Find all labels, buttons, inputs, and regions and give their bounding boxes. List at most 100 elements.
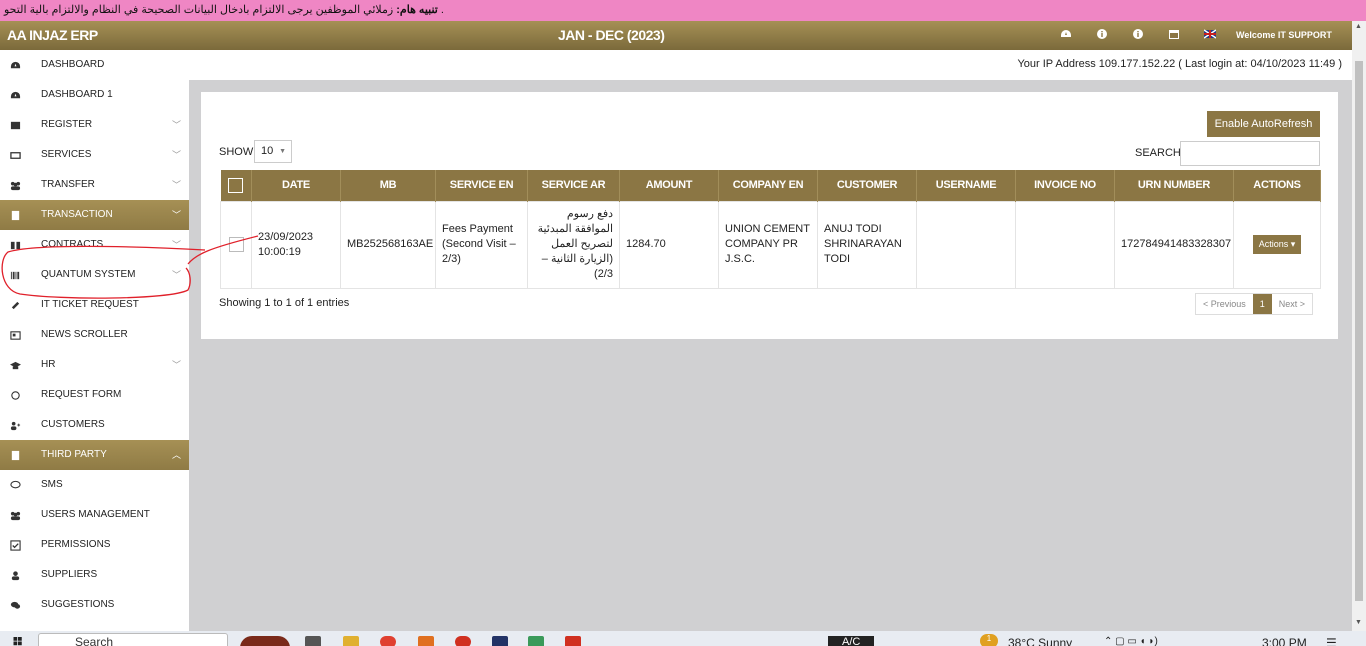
sidebar-item-hr[interactable]: HR ﹀ xyxy=(0,350,189,380)
sidebar-item-label: THIRD PARTY xyxy=(41,449,107,460)
chevron-down-icon[interactable]: ﹀ xyxy=(172,230,181,260)
chevron-down-icon[interactable]: ﹀ xyxy=(172,260,181,290)
col-header[interactable]: SERVICE EN xyxy=(435,170,528,201)
col-header[interactable]: URN NUMBER xyxy=(1114,170,1234,201)
row-select-cell[interactable] xyxy=(220,200,252,289)
sidebar-item-label: PERMISSIONS xyxy=(41,539,111,550)
enable-autorefresh-button[interactable]: Enable AutoRefresh xyxy=(1207,111,1320,137)
chevron-down-icon[interactable]: ﹀ xyxy=(172,140,181,170)
clock-text[interactable]: 3:00 PM xyxy=(1262,636,1307,646)
col-header[interactable]: USERNAME xyxy=(916,170,1016,201)
taskbar-app-icon[interactable] xyxy=(240,636,290,646)
sidebar-item-label: IT TICKET REQUEST xyxy=(41,299,139,310)
date-cell: 23/09/2023 10:00:19 xyxy=(251,200,341,289)
search-input[interactable] xyxy=(1180,141,1320,166)
scrollbar-thumb[interactable] xyxy=(1355,61,1363,601)
sidebar-item-third-party[interactable]: THIRD PARTY ︿ xyxy=(0,440,189,470)
col-header[interactable]: DATE xyxy=(251,170,341,201)
notification-badge[interactable]: 1 xyxy=(980,634,998,646)
show-label: SHOW xyxy=(219,146,254,158)
sidebar-item-suggestions[interactable]: SUGGESTIONS xyxy=(0,590,189,620)
sidebar-item-dashboard-1[interactable]: DASHBOARD 1 xyxy=(0,80,189,110)
select-all-checkbox[interactable] xyxy=(228,177,244,193)
sidebar-item-label: QUANTUM SYSTEM xyxy=(41,269,136,280)
welcome-user[interactable]: Welcome IT SUPPORT xyxy=(1236,30,1332,40)
sidebar-item-suppliers[interactable]: SUPPLIERS xyxy=(0,560,189,590)
sidebar-item-quantum-system[interactable]: QUANTUM SYSTEM ﹀ xyxy=(0,260,189,290)
keyboard-indicator[interactable]: A/C xyxy=(828,636,875,646)
sidebar-item-services[interactable]: SERVICES ﹀ xyxy=(0,140,189,170)
info-icon[interactable] xyxy=(1132,28,1168,42)
chevron-down-icon[interactable]: ﹀ xyxy=(172,170,181,200)
col-header[interactable]: MB xyxy=(340,170,436,201)
folder-icon[interactable] xyxy=(343,636,359,646)
app-icon[interactable] xyxy=(565,636,581,646)
sidebar-item-label: SERVICES xyxy=(41,149,92,160)
dashboard-icon[interactable] xyxy=(1060,28,1096,42)
col-header[interactable]: SERVICE AR xyxy=(527,170,620,201)
document-icon xyxy=(10,440,22,470)
uk-flag-icon[interactable] xyxy=(1203,28,1240,42)
app-icon[interactable] xyxy=(528,636,544,646)
next-page-button[interactable]: Next > xyxy=(1272,294,1312,314)
current-page-button[interactable]: 1 xyxy=(1252,294,1272,314)
pagination: < Previous 1 Next > xyxy=(1195,293,1314,315)
col-header[interactable]: INVOICE NO xyxy=(1015,170,1115,201)
graduation-icon xyxy=(10,350,22,380)
sidebar-item-label: CUSTOMERS xyxy=(41,419,105,430)
sidebar-item-customers[interactable]: CUSTOMERS xyxy=(0,410,189,440)
select-all-header[interactable] xyxy=(220,170,252,201)
sidebar-item-contracts[interactable]: CONTRACTS ﹀ xyxy=(0,230,189,260)
sidebar-item-it-ticket-request[interactable]: IT TICKET REQUEST xyxy=(0,290,189,320)
tray-icons[interactable]: ⌃ ▢ ▭ ◖ ◗) xyxy=(1104,636,1158,646)
chat-icon xyxy=(10,470,22,500)
taskbar-search[interactable]: Search xyxy=(38,633,228,646)
sidebar-item-transfer[interactable]: TRANSFER ﹀ xyxy=(0,170,189,200)
col-header: ACTIONS xyxy=(1233,170,1321,201)
chrome-icon[interactable] xyxy=(380,636,396,646)
col-header[interactable]: AMOUNT xyxy=(619,170,719,201)
invoice-cell xyxy=(1015,200,1115,289)
chevron-down-icon[interactable]: ﹀ xyxy=(172,110,181,140)
notification-center-icon[interactable]: ☰ xyxy=(1326,636,1337,646)
sidebar-item-news-scroller[interactable]: NEWS SCROLLER xyxy=(0,320,189,350)
sidebar-item-label: DASHBOARD xyxy=(41,59,105,70)
sidebar-item-permissions[interactable]: PERMISSIONS xyxy=(0,530,189,560)
page-size-value: 10 xyxy=(261,145,274,157)
scroll-up-icon[interactable]: ▲ xyxy=(1355,23,1362,30)
sidebar-item-dashboard[interactable]: DASHBOARD xyxy=(0,50,189,80)
chevron-down-icon[interactable]: ﹀ xyxy=(172,350,181,380)
photoshop-icon[interactable] xyxy=(492,636,508,646)
caret-down-icon: ▼ xyxy=(279,148,286,155)
previous-page-button[interactable]: < Previous xyxy=(1196,294,1253,314)
sidebar-item-transaction[interactable]: TRANSACTION ﹀ xyxy=(0,200,189,230)
actions-dropdown-button[interactable]: Actions ▾ xyxy=(1252,235,1302,254)
brand-logo[interactable]: AA INJAZ ERP xyxy=(7,27,98,43)
sidebar-item-register[interactable]: REGISTER ﹀ xyxy=(0,110,189,140)
task-view-icon[interactable] xyxy=(305,636,321,646)
col-header[interactable]: COMPANY EN xyxy=(718,170,818,201)
register-icon xyxy=(10,110,22,140)
sidebar-item-request-form[interactable]: REQUEST FORM xyxy=(0,380,189,410)
dashboard-icon xyxy=(10,50,22,80)
row-checkbox[interactable] xyxy=(228,237,244,252)
sidebar-item-users-management[interactable]: USERS MANAGEMENT xyxy=(0,500,189,530)
actions-cell: Actions ▾ xyxy=(1233,200,1321,289)
chevron-down-icon[interactable]: ﹀ xyxy=(172,200,181,230)
chrome-icon[interactable] xyxy=(455,636,471,646)
sidebar-item-sms[interactable]: SMS xyxy=(0,470,189,500)
ticker-text: زملائي الموظفين يرجى الالتزام بادخال الب… xyxy=(4,4,394,16)
app-icon[interactable] xyxy=(418,636,434,646)
sidebar-item-label: TRANSACTION xyxy=(41,209,113,220)
actions-label: Actions xyxy=(1258,239,1289,249)
calendar-icon[interactable] xyxy=(1168,28,1204,42)
col-header[interactable]: CUSTOMER xyxy=(817,170,917,201)
services-icon xyxy=(10,140,22,170)
page-scrollbar[interactable]: ▲ ▼ xyxy=(1352,21,1366,631)
page-size-select[interactable]: 10 ▼ xyxy=(254,140,292,163)
windows-start-icon[interactable] xyxy=(12,637,24,646)
info-icon[interactable] xyxy=(1096,28,1132,42)
weather-text[interactable]: 38°C Sunny xyxy=(1008,636,1072,646)
scroll-down-icon[interactable]: ▼ xyxy=(1355,619,1362,626)
chevron-up-icon[interactable]: ︿ xyxy=(172,440,181,470)
